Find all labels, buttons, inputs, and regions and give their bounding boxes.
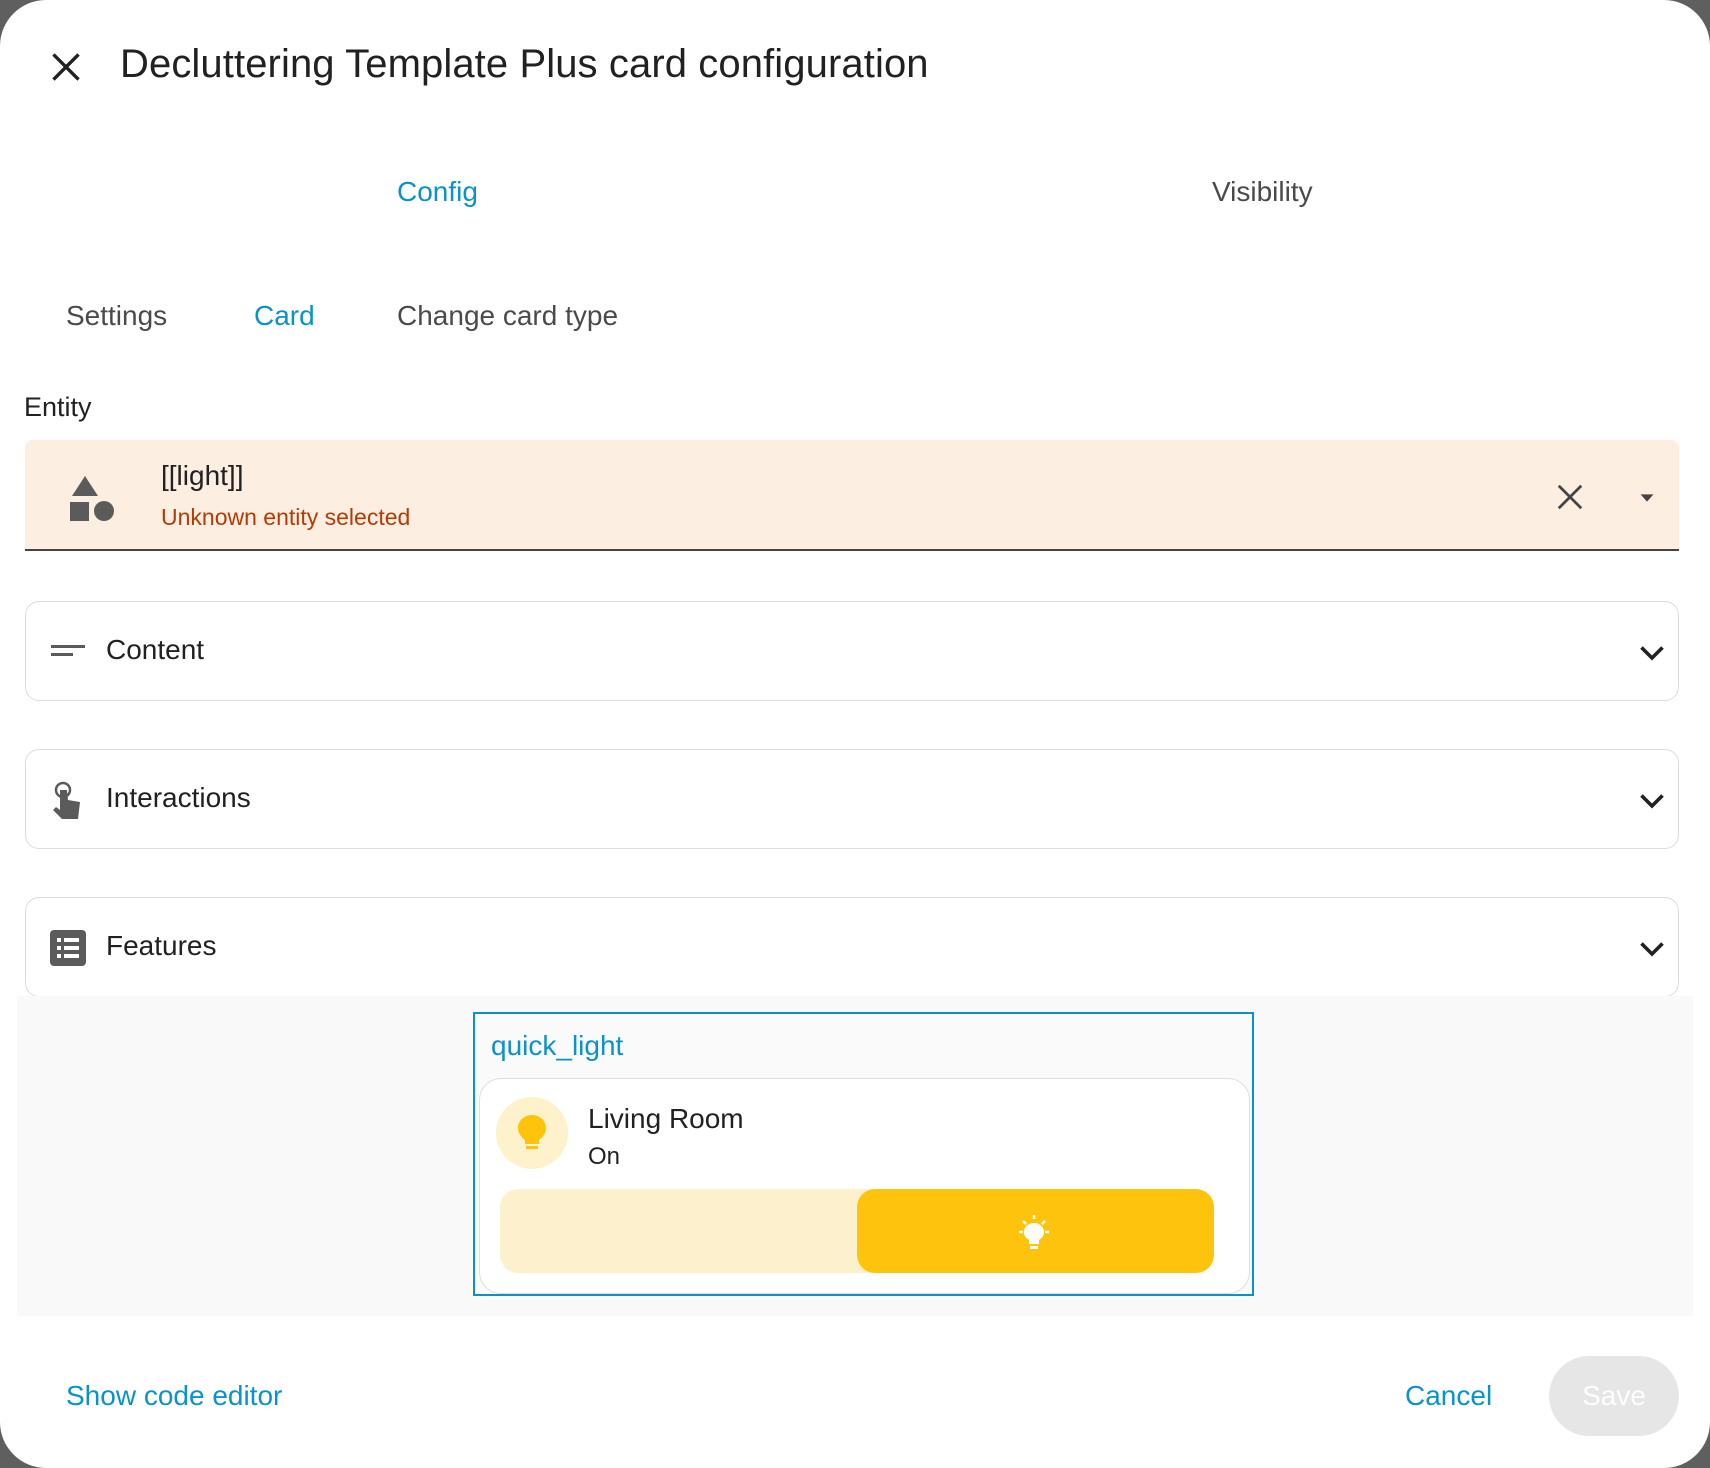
panel-label: Features [106,930,217,961]
save-button[interactable]: Save [1549,1356,1679,1436]
tile-name: Living Room [588,1103,744,1134]
interactions-panel[interactable]: Interactions [25,749,1679,849]
entity-value: [[light]] [161,460,244,491]
chevron-down-icon [1640,646,1664,661]
config-tabs: Config Visibility [0,148,1710,244]
tile-card[interactable]: Living Room On [479,1078,1250,1294]
template-preview: quick_light Living Room On [473,1012,1254,1296]
close-button[interactable] [34,35,98,99]
text-short-icon [51,645,85,656]
panel-label: Content [106,634,205,665]
cancel-button[interactable]: Cancel [1405,1380,1492,1412]
template-name: quick_light [491,1030,624,1061]
panel-label: Interactions [106,782,251,813]
lightbulb-icon [518,1115,546,1149]
show-code-editor-button[interactable]: Show code editor [66,1380,282,1412]
gesture-tap-icon [53,781,80,819]
card-subtabs: Settings Card Change card type [0,280,1710,356]
close-icon [52,53,80,81]
shapes-icon [70,476,114,521]
brightness-slider[interactable] [500,1189,1214,1273]
entity-error-message: Unknown entity selected [161,504,411,530]
entity-dropdown-button[interactable] [1625,476,1669,520]
features-panel[interactable]: Features [25,897,1679,997]
content-panel[interactable]: Content [25,601,1679,701]
entity-label: Entity [24,392,92,422]
tile-state: On [588,1143,621,1170]
close-icon [1557,484,1583,510]
tile-icon-button[interactable] [496,1097,568,1169]
chevron-down-icon [1640,942,1664,957]
tab-config[interactable]: Config [397,176,478,208]
tab-visibility[interactable]: Visibility [1212,176,1313,208]
tab-change-card-type[interactable]: Change card type [397,300,618,332]
menu-down-icon [1640,494,1654,502]
dialog-title: Decluttering Template Plus card configur… [120,42,929,86]
entity-picker[interactable]: [[light]] Unknown entity selected [25,440,1679,551]
tab-settings[interactable]: Settings [66,300,167,332]
lightbulb-on-icon [1019,1215,1049,1249]
clear-entity-button[interactable] [1545,472,1595,522]
chevron-down-icon [1640,794,1664,809]
card-preview-area: quick_light Living Room On [17,996,1693,1316]
tab-card[interactable]: Card [254,300,315,332]
list-box-icon [50,930,86,966]
card-configuration-dialog: Decluttering Template Plus card configur… [0,0,1710,1468]
